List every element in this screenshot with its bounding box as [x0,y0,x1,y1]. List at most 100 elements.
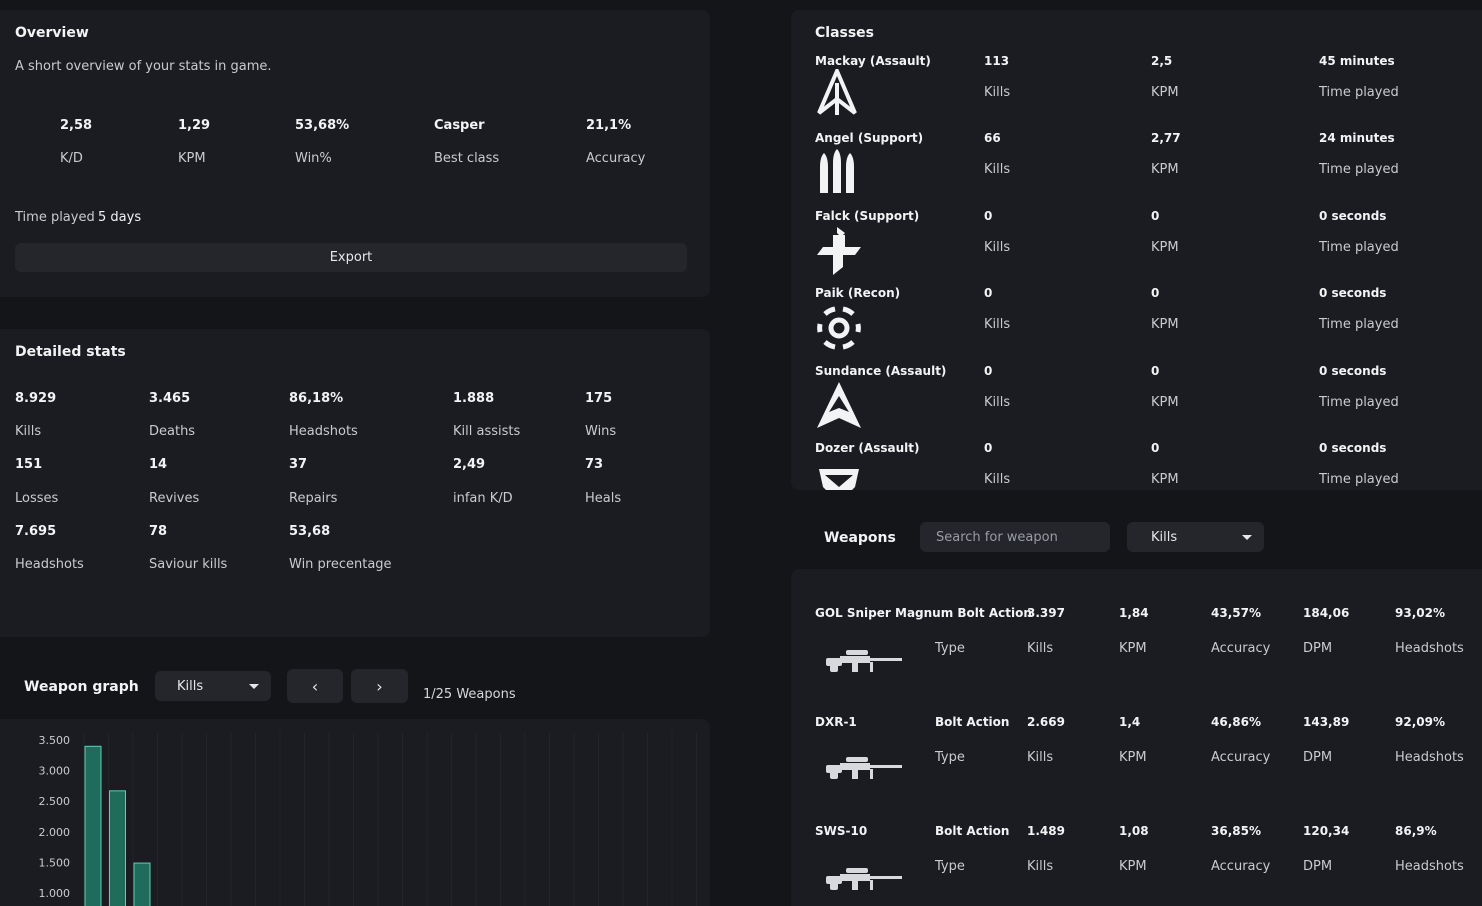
weapon-row[interactable]: GOL Sniper Magnum Bolt ActionBolt Action… [800,606,1482,706]
weapon-graph-panel: 3.500 3.000 2.500 2.000 1.500 1.000 [0,719,710,906]
weapon-kpm-label: KPM [1119,750,1147,765]
export-button[interactable]: Export [15,243,687,272]
class-kpm-value: 0 [1151,441,1160,455]
weapon-dpm-label: DPM [1303,641,1333,656]
y-tick-label: 3.500 [39,734,71,747]
detailed-stat-label: Saviour kills [149,557,228,572]
bar-dxr-1[interactable] [109,790,126,906]
class-time-value: 45 minutes [1319,54,1395,68]
weapon-headshots-label: Headshots [1395,859,1464,874]
weapon-kpm-value: 1,08 [1119,824,1149,838]
weapon-search-input[interactable] [920,522,1110,552]
overview-stat-label: K/D [60,151,83,166]
weapon-name: GOL Sniper Magnum Bolt Action [815,606,1032,620]
detailed-stat-label: Win precentage [289,557,392,572]
weapon-dpm-label: DPM [1303,750,1333,765]
bullets-icon [815,149,859,201]
weapon-kills-value: 3.397 [1027,606,1065,620]
weapon-name: SWS-10 [815,824,868,838]
jet-arrow-icon [815,382,863,434]
weapon-row[interactable]: SWS-10 Bolt Action Type 1.489 Kills 1,08 KPM 36… [800,824,1482,906]
class-kpm-value: 0 [1151,364,1160,378]
class-kills-label: Kills [984,85,1011,100]
overview-stat-value: 2,58 [60,118,93,133]
class-kpm-value: 2,5 [1151,54,1173,68]
class-kpm-label: KPM [1151,162,1179,177]
class-name: Dozer (Assault) [815,441,920,455]
class-time-label: Time played [1319,240,1399,255]
overview-stat-label: Win% [295,151,332,166]
detailed-stat-label: Heals [585,491,622,506]
class-kills-value: 0 [984,286,993,300]
class-kills-label: Kills [984,162,1011,177]
class-kills-value: 113 [984,54,1010,68]
weapon-type-label: Type [935,859,965,874]
detailed-stat-label: Repairs [289,491,338,506]
detailed-stat-label: Wins [585,424,617,439]
class-name: Sundance (Assault) [815,364,947,378]
class-time-label: Time played [1319,395,1399,410]
weapon-accuracy-label: Accuracy [1211,750,1271,765]
weapon-type-label: Type [935,641,965,656]
weapon-accuracy-value: 36,85% [1211,824,1261,838]
class-row: Falck (Support) 0 Kills 0 KPM 0 seconds Time p… [791,200,1482,277]
y-tick-label: 1.000 [39,887,71,900]
prev-weapon-button[interactable]: ‹ [287,669,343,703]
medic-cross-icon [815,227,863,279]
bar-sws-10[interactable] [133,862,151,906]
detailed-stat-value: 37 [289,457,308,472]
weapon-name: DXR-1 [815,715,857,729]
weapon-type-value: Bolt Action [935,824,1010,838]
weapon-accuracy-value: 46,86% [1211,715,1261,729]
detailed-stat-label: Headshots [289,424,358,439]
class-name: Angel (Support) [815,131,924,145]
class-kpm-label: KPM [1151,317,1179,332]
weapon-kills-label: Kills [1027,641,1054,656]
weapon-row[interactable]: DXR-1 Bolt Action Type 2.669 Kills 1,4 KPM 46,8… [800,715,1482,815]
overview-stat-label: KPM [178,151,206,166]
weapon-accuracy-label: Accuracy [1211,641,1271,656]
class-time-label: Time played [1319,85,1399,100]
class-row: Dozer (Assault) 0 Kills 0 KPM 0 seconds Time p… [791,432,1482,490]
classes-title: Classes [815,25,875,41]
weapon-graph-metric-select[interactable]: Kills [155,671,271,701]
class-name: Paik (Recon) [815,286,901,300]
overview-stat-value: 53,68% [295,118,350,133]
overview-stat-value: 1,29 [178,118,211,133]
weapon-dpm-label: DPM [1303,859,1333,874]
weapon-kills-label: Kills [1027,859,1054,874]
weapon-graph-metric-value: Kills [177,678,204,694]
class-kpm-label: KPM [1151,240,1179,255]
overview-description: A short overview of your stats in game. [15,59,272,74]
weapon-headshots-value: 92,09% [1395,715,1445,729]
overview-stat-label: Accuracy [586,151,646,166]
detailed-stat-value: 175 [585,391,613,406]
class-kills-label: Kills [984,395,1011,410]
detailed-stat-label: Headshots [15,557,84,572]
detailed-stat-label: Kills [15,424,42,439]
class-row: Paik (Recon) 0 Kills 0 KPM 0 seconds Time play… [791,277,1482,354]
weapon-accuracy-value: 43,57% [1211,606,1261,620]
weapon-kills-value: 2.669 [1027,715,1065,729]
next-weapon-button[interactable]: › [351,669,408,703]
detailed-stat-value: 3.465 [149,391,191,406]
weapon-accuracy-label: Accuracy [1211,859,1271,874]
class-time-value: 0 seconds [1319,441,1387,455]
detailed-stat-value: 86,18% [289,391,344,406]
classes-list: Mackay (Assault) 113 Kills 2,5 KPM 45 minutes… [791,45,1482,490]
class-kpm-label: KPM [1151,85,1179,100]
sniper-rifle-icon [826,753,904,787]
sniper-rifle-icon [826,864,904,898]
detailed-stats-panel [0,329,710,637]
weapon-type-value: Bolt Action [935,715,1010,729]
weapon-sort-select[interactable]: Kills [1127,522,1264,552]
y-tick-label: 2.500 [39,795,71,808]
class-time-label: Time played [1319,317,1399,332]
detailed-stat-label: Revives [149,491,200,506]
weapon-dpm-value: 184,06 [1303,606,1350,620]
arrowhead-icon [815,65,859,121]
bar-gol-sniper-magnum[interactable] [84,745,102,906]
class-kills-value: 0 [984,364,993,378]
detailed-stat-label: Deaths [149,424,196,439]
weapon-dpm-value: 143,89 [1303,715,1350,729]
